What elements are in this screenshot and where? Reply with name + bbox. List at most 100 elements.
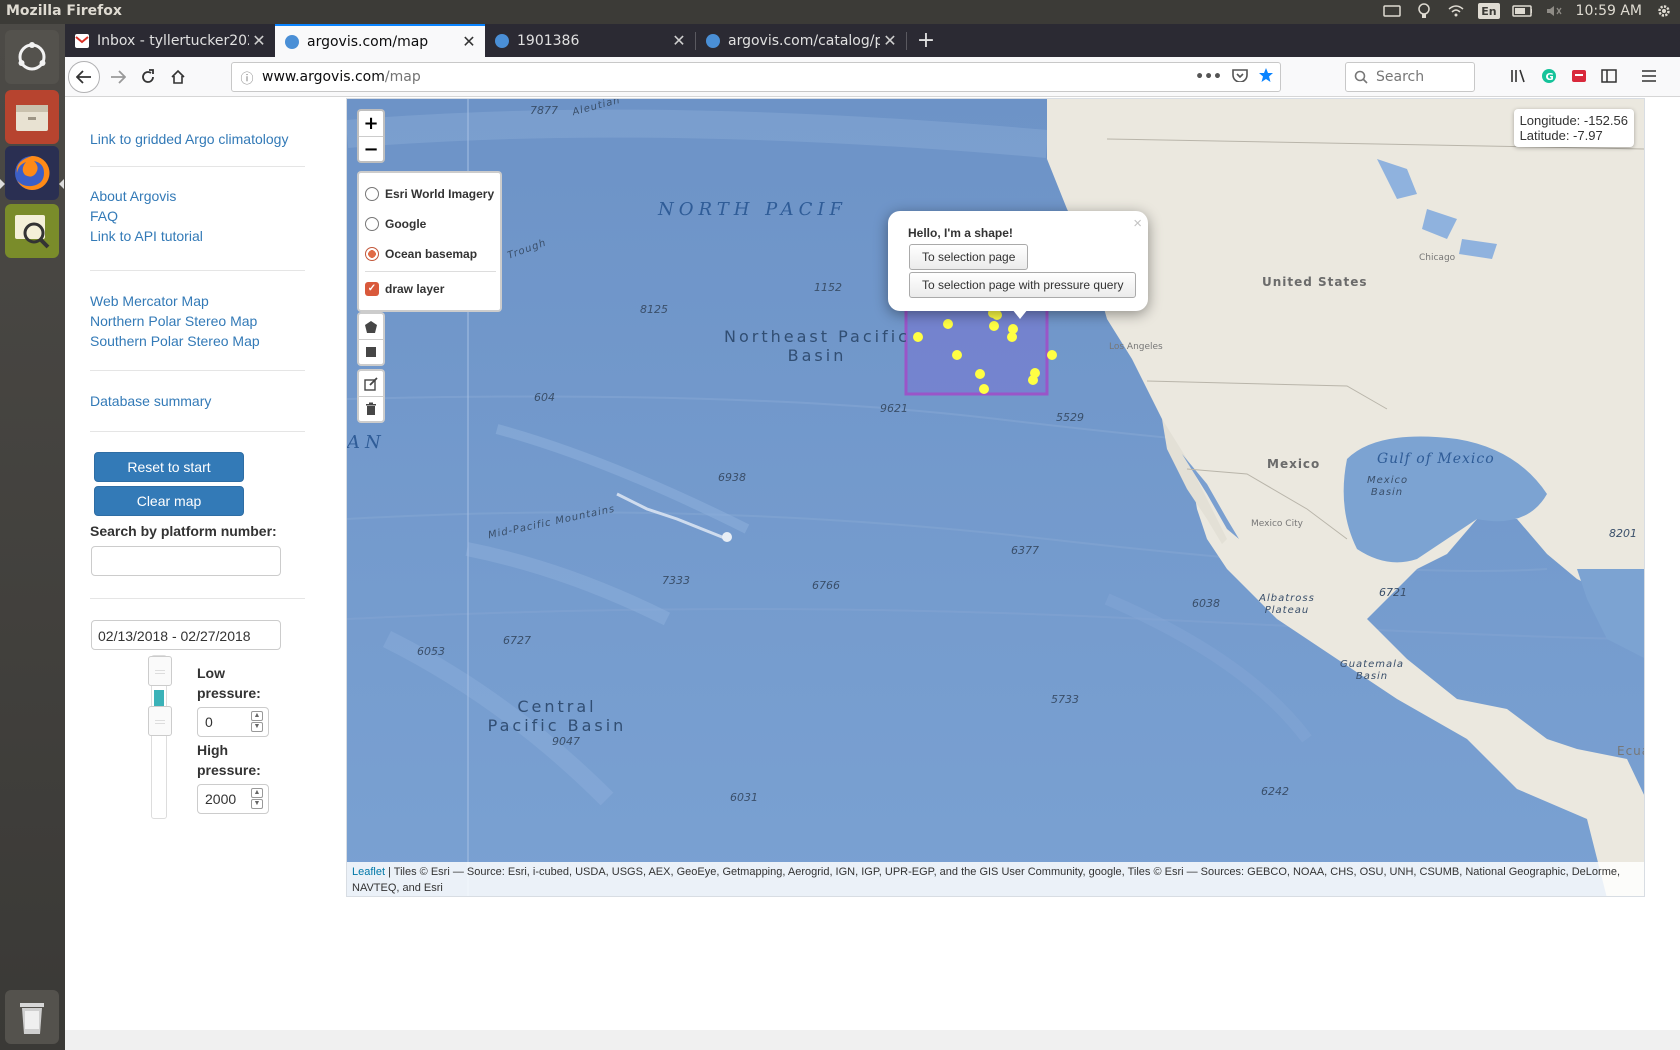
platform-number-input[interactable] bbox=[91, 546, 281, 576]
depth-label: 6242 bbox=[1261, 785, 1289, 798]
slider-handle-high[interactable] bbox=[148, 706, 172, 736]
keyboard-language-indicator[interactable]: En bbox=[1478, 3, 1500, 19]
grammarly-icon[interactable]: G bbox=[1540, 66, 1558, 86]
extension-icon[interactable] bbox=[1570, 66, 1588, 86]
divider bbox=[90, 431, 305, 432]
page-actions-icon[interactable]: ••• bbox=[1195, 69, 1222, 85]
site-info-icon[interactable]: ⓘ bbox=[232, 68, 262, 87]
battery-icon[interactable] bbox=[1511, 2, 1532, 20]
clear-map-button[interactable]: Clear map bbox=[94, 486, 244, 516]
depth-label: 7877 bbox=[530, 104, 558, 117]
close-tab-icon[interactable]: ✕ bbox=[249, 31, 269, 50]
volume-muted-icon[interactable] bbox=[1544, 2, 1564, 20]
depth-label: 6938 bbox=[718, 471, 746, 484]
checkbox-checked[interactable]: ✓ bbox=[365, 282, 379, 296]
high-pressure-label: High pressure: bbox=[197, 742, 261, 778]
link-southern-polar-map[interactable]: Southern Polar Stereo Map bbox=[90, 331, 260, 351]
tab-argovis-map[interactable]: argovis.com/map ✕ bbox=[275, 24, 485, 57]
layer-option-ocean[interactable]: Ocean basemap bbox=[365, 239, 496, 269]
lightbulb-icon[interactable] bbox=[1414, 2, 1434, 20]
bookmark-star-icon[interactable] bbox=[1258, 67, 1274, 87]
files-icon[interactable] bbox=[5, 90, 59, 144]
spin-up-icon[interactable]: ▲ bbox=[251, 711, 263, 721]
link-gridded-climatology[interactable]: Link to gridded Argo climatology bbox=[90, 129, 288, 149]
close-tab-icon[interactable]: ✕ bbox=[459, 32, 479, 51]
spin-down-icon[interactable]: ▼ bbox=[251, 799, 263, 809]
link-northern-polar-map[interactable]: Northern Polar Stereo Map bbox=[90, 311, 257, 331]
pocket-icon[interactable] bbox=[1232, 68, 1248, 86]
popup-close-icon[interactable]: × bbox=[1133, 215, 1142, 232]
radio-button-selected[interactable] bbox=[365, 247, 379, 261]
depth-label: 1152 bbox=[814, 281, 842, 294]
zoom-out-button[interactable]: − bbox=[359, 136, 383, 161]
depth-label: 6727 bbox=[503, 634, 531, 647]
tab-argovis-catalog[interactable]: argovis.com/catalog/pr ✕ bbox=[696, 24, 906, 57]
spin-up-icon[interactable]: ▲ bbox=[251, 788, 263, 798]
layer-control: Esri World Imagery Google Ocean basemap … bbox=[357, 171, 502, 312]
layer-separator bbox=[365, 271, 496, 272]
library-icon[interactable] bbox=[1510, 66, 1528, 86]
spin-down-icon[interactable]: ▼ bbox=[251, 722, 263, 732]
clock[interactable]: 10:59 AM bbox=[1576, 3, 1642, 19]
reset-button[interactable]: Reset to start bbox=[94, 452, 244, 482]
url-bar[interactable]: ⓘ www.argovis.com/map ••• bbox=[231, 62, 1281, 92]
toolbar-icons: G bbox=[1510, 66, 1658, 86]
depth-label: 7333 bbox=[662, 574, 690, 587]
sidebar-toggle-icon[interactable] bbox=[1600, 66, 1618, 86]
firefox-icon[interactable] bbox=[5, 146, 59, 200]
back-button[interactable] bbox=[68, 61, 100, 93]
platform-search-label: Search by platform number: bbox=[90, 523, 277, 539]
close-tab-icon[interactable]: ✕ bbox=[669, 31, 689, 50]
slider-handle-low[interactable] bbox=[148, 656, 172, 686]
forward-button[interactable] bbox=[103, 62, 133, 92]
tab-separator bbox=[906, 32, 907, 50]
link-database-summary[interactable]: Database summary bbox=[90, 391, 211, 411]
spinner[interactable]: ▲ ▼ bbox=[251, 711, 263, 733]
new-tab-button[interactable]: + bbox=[910, 24, 942, 57]
leaflet-link[interactable]: Leaflet bbox=[352, 866, 385, 878]
tab-inbox[interactable]: Inbox - tyllertucker202@ ✕ bbox=[65, 24, 275, 57]
mouse-coordinates: Longitude: -152.56 Latitude: -7.97 bbox=[1513, 109, 1634, 147]
trash-icon[interactable] bbox=[5, 990, 59, 1044]
layer-option-esri[interactable]: Esri World Imagery bbox=[365, 179, 496, 209]
hamburger-menu-icon[interactable] bbox=[1640, 66, 1658, 86]
spinner[interactable]: ▲ ▼ bbox=[251, 788, 263, 810]
link-about-argovis[interactable]: About Argovis bbox=[90, 186, 176, 206]
high-pressure-input[interactable]: 2000 ▲ ▼ bbox=[197, 784, 269, 814]
reload-button[interactable] bbox=[133, 62, 163, 92]
svg-text:G: G bbox=[1546, 72, 1554, 83]
draw-rectangle-icon[interactable] bbox=[359, 339, 383, 364]
screen-icon[interactable] bbox=[1382, 2, 1402, 20]
zoom-in-button[interactable]: + bbox=[359, 111, 383, 136]
shape-popup: × Hello, I'm a shape! To selection page … bbox=[888, 211, 1148, 319]
radio-button[interactable] bbox=[365, 187, 379, 201]
link-web-mercator-map[interactable]: Web Mercator Map bbox=[90, 291, 209, 311]
search-bar[interactable]: Search bbox=[1345, 62, 1475, 92]
low-pressure-input[interactable]: 0 ▲ ▼ bbox=[197, 707, 269, 737]
gear-icon[interactable] bbox=[1654, 2, 1674, 20]
radio-button[interactable] bbox=[365, 217, 379, 231]
home-button[interactable] bbox=[163, 62, 193, 92]
magnifier-icon[interactable] bbox=[5, 204, 59, 258]
tab-1901386[interactable]: 1901386 ✕ bbox=[485, 24, 695, 57]
date-range-input[interactable]: 02/13/2018 - 02/27/2018 bbox=[91, 620, 281, 650]
basin-label-line1: Northeast Pacific bbox=[724, 327, 910, 346]
dash-icon[interactable] bbox=[5, 30, 59, 84]
overlay-draw-layer[interactable]: ✓ draw layer bbox=[365, 274, 496, 304]
link-faq[interactable]: FAQ bbox=[90, 206, 118, 226]
label-united-states: United States bbox=[1262, 275, 1368, 289]
close-tab-icon[interactable]: ✕ bbox=[880, 31, 900, 50]
popup-title: Hello, I'm a shape! bbox=[908, 226, 1013, 240]
ocean-map[interactable]: NORTH PACIF AN Northeast Pacific Basin C… bbox=[346, 98, 1645, 897]
layer-option-google[interactable]: Google bbox=[365, 209, 496, 239]
to-selection-page-pressure-button[interactable]: To selection page with pressure query bbox=[909, 272, 1137, 298]
draw-polygon-icon[interactable] bbox=[359, 314, 383, 339]
draw-toolbar bbox=[357, 312, 385, 366]
to-selection-page-button[interactable]: To selection page bbox=[909, 244, 1029, 270]
unity-launcher bbox=[0, 24, 65, 1050]
delete-layers-icon[interactable] bbox=[359, 396, 383, 421]
wifi-icon[interactable] bbox=[1446, 2, 1466, 20]
pressure-slider[interactable] bbox=[148, 655, 172, 819]
link-api-tutorial[interactable]: Link to API tutorial bbox=[90, 226, 203, 246]
edit-layers-icon[interactable] bbox=[359, 371, 383, 396]
